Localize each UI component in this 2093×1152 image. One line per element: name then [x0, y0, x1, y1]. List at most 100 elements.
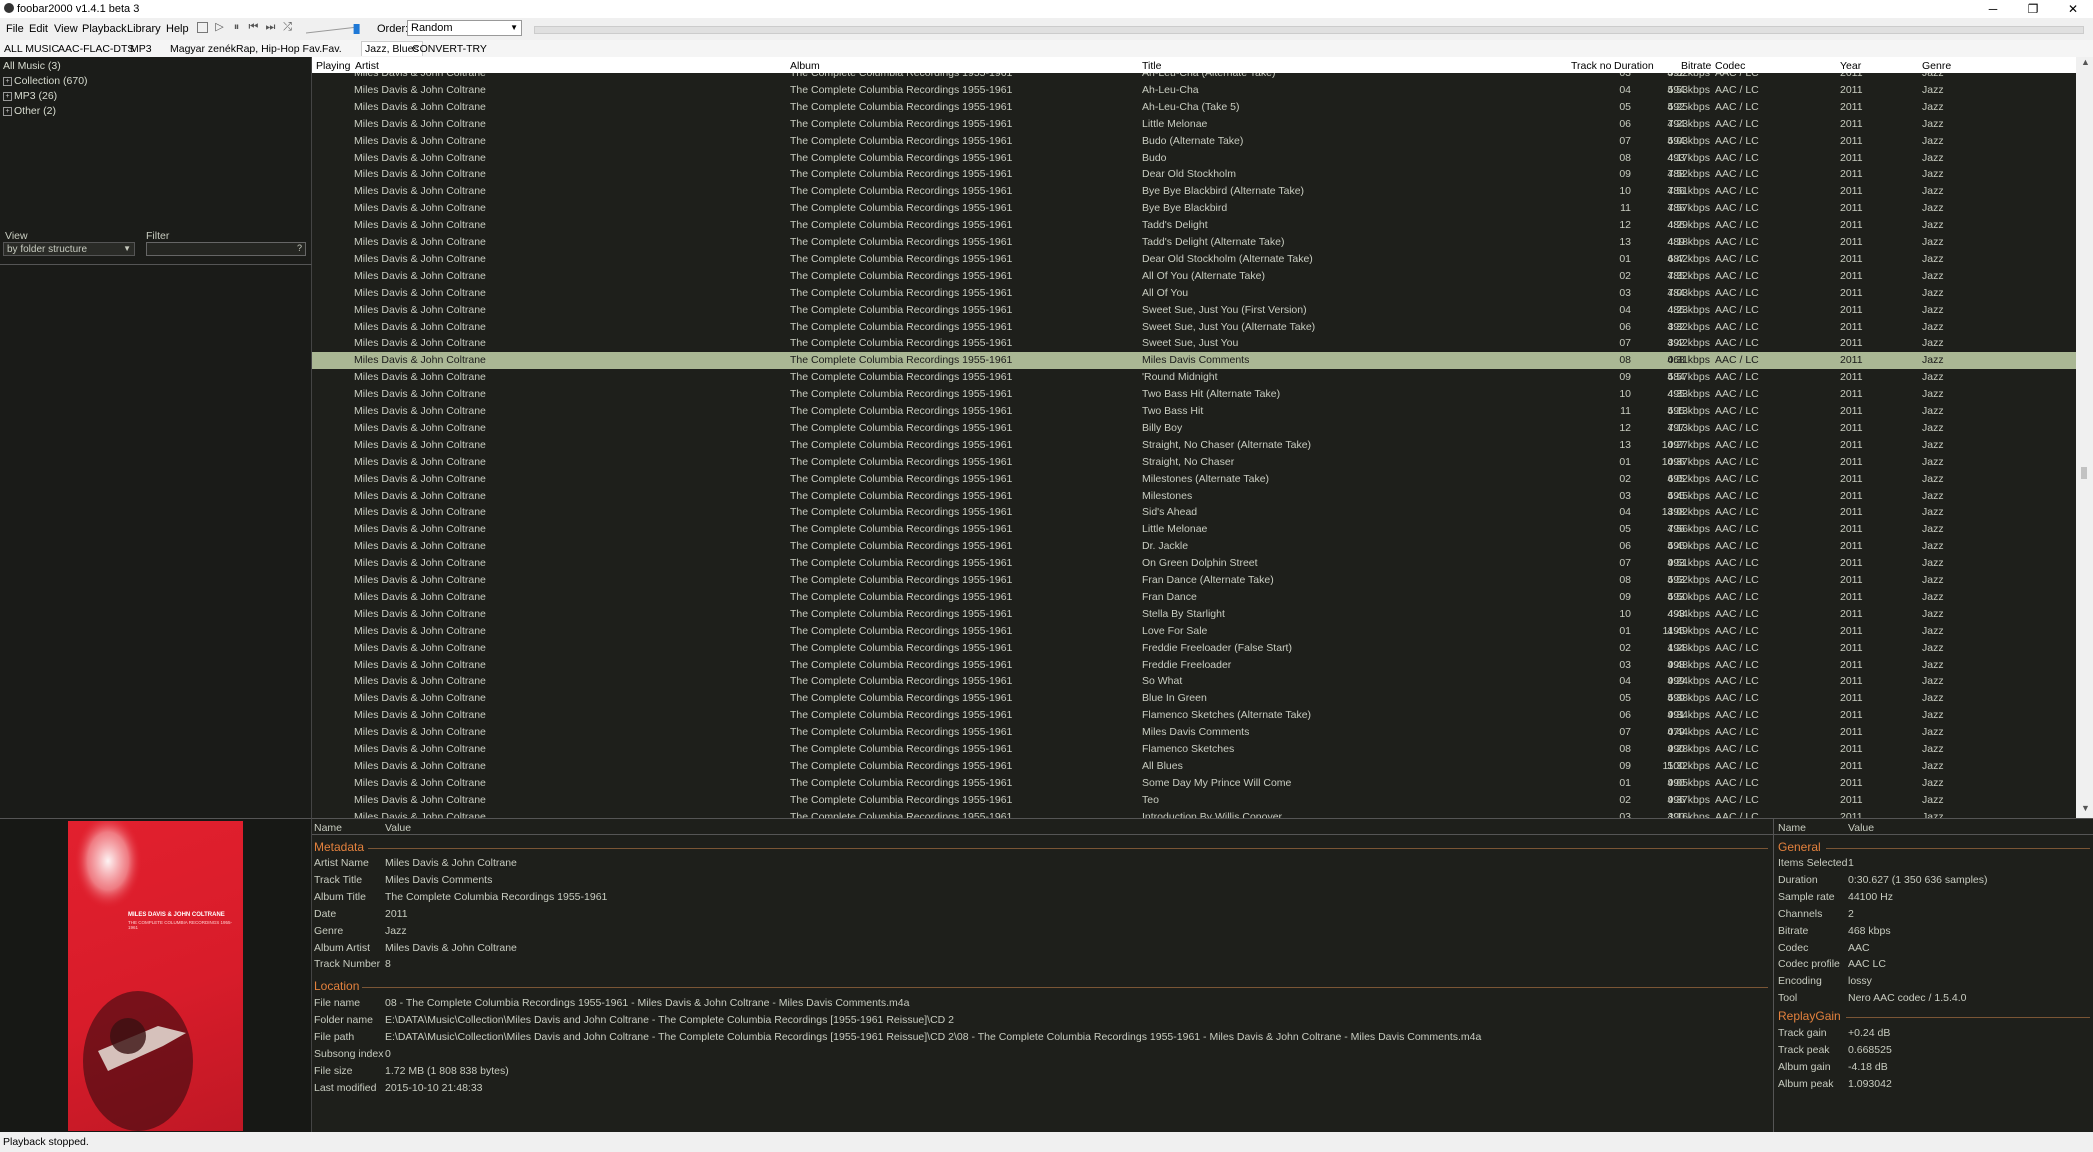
column-playing[interactable]: Playing	[316, 60, 350, 72]
playlist-row[interactable]: Miles Davis & John Coltrane The Complete …	[312, 488, 2076, 505]
playlist-row[interactable]: Miles Davis & John Coltrane The Complete …	[312, 133, 2076, 150]
playlist-row[interactable]: Miles Davis & John Coltrane The Complete …	[312, 657, 2076, 674]
tab-aac-flac-dts[interactable]: AAC-FLAC-DTS	[58, 43, 134, 55]
tab-all-music[interactable]: ALL MUSIC	[4, 43, 59, 55]
previous-icon[interactable]: ⏮	[248, 22, 259, 33]
playlist-row[interactable]: Miles Davis & John Coltrane The Complete …	[312, 234, 2076, 251]
playlist-row[interactable]: Miles Davis & John Coltrane The Complete …	[312, 623, 2076, 640]
column-album[interactable]: Album	[790, 60, 820, 72]
scroll-down-icon[interactable]: ▼	[2081, 803, 2090, 813]
playlist-row[interactable]: Miles Davis & John Coltrane The Complete …	[312, 302, 2076, 319]
playlist-row[interactable]: Miles Davis & John Coltrane The Complete …	[312, 690, 2076, 707]
cell-year: 2011	[1840, 489, 1863, 502]
playlist-row[interactable]: Miles Davis & John Coltrane The Complete …	[312, 555, 2076, 572]
playlist-row[interactable]: Miles Davis & John Coltrane The Complete …	[312, 150, 2076, 167]
playlist-row[interactable]: Miles Davis & John Coltrane The Complete …	[312, 454, 2076, 471]
tab-convert-try[interactable]: CONVERT-TRY	[412, 43, 487, 55]
playlist-row[interactable]: Miles Davis & John Coltrane The Complete …	[312, 183, 2076, 200]
column-artist[interactable]: Artist	[355, 60, 379, 72]
tree-item-mp3[interactable]: + MP3 (26)	[3, 90, 57, 102]
playlist-row[interactable]: Miles Davis & John Coltrane The Complete …	[312, 640, 2076, 657]
playlist-row[interactable]: Miles Davis & John Coltrane The Complete …	[312, 369, 2076, 386]
playlist-row[interactable]: Miles Davis & John Coltrane The Complete …	[312, 251, 2076, 268]
expand-icon[interactable]: +	[3, 106, 12, 116]
playlist-row[interactable]: Miles Davis & John Coltrane The Complete …	[312, 724, 2076, 741]
playlist-row[interactable]: Miles Davis & John Coltrane The Complete …	[312, 572, 2076, 589]
column-genre[interactable]: Genre	[1922, 60, 1951, 72]
playlist-row[interactable]: Miles Davis & John Coltrane The Complete …	[312, 809, 2076, 818]
playlist-row[interactable]: Miles Davis & John Coltrane The Complete …	[312, 352, 2076, 370]
view-dropdown[interactable]: by folder structure ▼	[3, 242, 135, 256]
cell-codec: AAC / LC	[1715, 269, 1759, 282]
playlist-row[interactable]: Miles Davis & John Coltrane The Complete …	[312, 82, 2076, 99]
order-dropdown[interactable]: Random ▼	[407, 20, 522, 36]
playlist-row[interactable]: Miles Davis & John Coltrane The Complete …	[312, 741, 2076, 758]
maximize-button[interactable]: ❐	[2013, 0, 2053, 18]
playlist-row[interactable]: Miles Davis & John Coltrane The Complete …	[312, 217, 2076, 234]
volume-slider[interactable]	[306, 24, 368, 34]
playlist-row[interactable]: Miles Davis & John Coltrane The Complete …	[312, 420, 2076, 437]
tree-item-other[interactable]: + Other (2)	[3, 105, 56, 117]
playlist-row[interactable]: Miles Davis & John Coltrane The Complete …	[312, 437, 2076, 454]
playlist-row[interactable]: Miles Davis & John Coltrane The Complete …	[312, 758, 2076, 775]
tab-magyar-zenek[interactable]: Magyar zenék	[170, 43, 236, 55]
playlist-row[interactable]: Miles Davis & John Coltrane The Complete …	[312, 589, 2076, 606]
tab-mp3[interactable]: MP3	[130, 43, 152, 55]
playlist-row[interactable]: Miles Davis & John Coltrane The Complete …	[312, 471, 2076, 488]
scrollbar-thumb[interactable]	[2081, 467, 2087, 479]
column-duration[interactable]: Duration	[1614, 60, 1654, 72]
playlist-row[interactable]: Miles Davis & John Coltrane The Complete …	[312, 335, 2076, 352]
column-year[interactable]: Year	[1840, 60, 1861, 72]
menu-edit[interactable]: Edit	[29, 23, 48, 35]
next-icon[interactable]: ⏭	[265, 22, 276, 33]
playlist-view[interactable]: Miles Davis & John Coltrane The Complete …	[312, 73, 2076, 818]
playlist-row[interactable]: Miles Davis & John Coltrane The Complete …	[312, 707, 2076, 724]
playlist-row[interactable]: Miles Davis & John Coltrane The Complete …	[312, 792, 2076, 809]
minimize-button[interactable]: ─	[1973, 0, 2013, 18]
playlist-row[interactable]: Miles Davis & John Coltrane The Complete …	[312, 285, 2076, 302]
playlist-row[interactable]: Miles Davis & John Coltrane The Complete …	[312, 538, 2076, 555]
seek-bar[interactable]	[534, 26, 2084, 34]
scroll-up-icon[interactable]: ▲	[2081, 57, 2090, 67]
playlist-row[interactable]: Miles Davis & John Coltrane The Complete …	[312, 200, 2076, 217]
playlist-row[interactable]: Miles Davis & John Coltrane The Complete …	[312, 775, 2076, 792]
playlist-scrollbar[interactable]: ▲ ▼	[2076, 57, 2093, 818]
random-icon[interactable]: ⤮	[282, 22, 293, 33]
property-name: Album gain	[1778, 1060, 1831, 1073]
playlist-row[interactable]: Miles Davis & John Coltrane The Complete …	[312, 268, 2076, 285]
playlist-row[interactable]: Miles Davis & John Coltrane The Complete …	[312, 319, 2076, 336]
tab-fav[interactable]: Fav.	[322, 43, 342, 55]
pause-icon[interactable]: ⏸	[231, 22, 242, 33]
menu-file[interactable]: File	[6, 23, 24, 35]
playlist-row[interactable]: Miles Davis & John Coltrane The Complete …	[312, 521, 2076, 538]
cell-genre: Jazz	[1922, 117, 1944, 130]
playlist-row[interactable]: Miles Davis & John Coltrane The Complete …	[312, 99, 2076, 116]
close-button[interactable]: ✕	[2053, 0, 2093, 18]
tree-item-collection[interactable]: + Collection (670)	[3, 75, 88, 87]
column-track-no[interactable]: Track no	[1571, 60, 1611, 72]
playlist-row[interactable]: Miles Davis & John Coltrane The Complete …	[312, 386, 2076, 403]
playlist-row[interactable]: Miles Davis & John Coltrane The Complete …	[312, 403, 2076, 420]
column-title[interactable]: Title	[1142, 60, 1161, 72]
column-codec[interactable]: Codec	[1715, 60, 1745, 72]
column-bitrate[interactable]: Bitrate	[1681, 60, 1711, 72]
playlist-row[interactable]: Miles Davis & John Coltrane The Complete …	[312, 504, 2076, 521]
play-icon[interactable]: ▷	[214, 22, 225, 33]
menu-playback[interactable]: Playback	[82, 23, 127, 35]
menu-library[interactable]: Library	[127, 23, 161, 35]
expand-icon[interactable]: +	[3, 91, 12, 101]
playlist-row[interactable]: Miles Davis & John Coltrane The Complete …	[312, 73, 2076, 82]
menu-view[interactable]: View	[54, 23, 78, 35]
tree-label: Collection (670)	[14, 75, 88, 87]
playlist-row[interactable]: Miles Davis & John Coltrane The Complete …	[312, 116, 2076, 133]
filter-help-icon[interactable]: ?	[297, 243, 302, 253]
playlist-row[interactable]: Miles Davis & John Coltrane The Complete …	[312, 606, 2076, 623]
filter-input[interactable]: ?	[146, 242, 306, 256]
tab-rap-hiphop[interactable]: Rap, Hip-Hop Fav.	[236, 43, 322, 55]
playlist-row[interactable]: Miles Davis & John Coltrane The Complete …	[312, 673, 2076, 690]
expand-icon[interactable]: +	[3, 76, 12, 86]
playlist-row[interactable]: Miles Davis & John Coltrane The Complete …	[312, 166, 2076, 183]
tree-item-all-music[interactable]: All Music (3)	[3, 60, 61, 72]
stop-icon[interactable]	[197, 22, 208, 33]
menu-help[interactable]: Help	[166, 23, 189, 35]
